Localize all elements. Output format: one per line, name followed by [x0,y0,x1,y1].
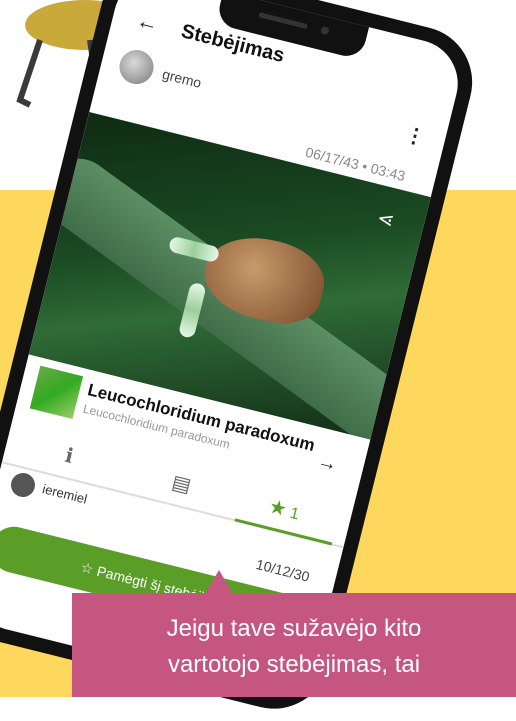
chevron-right-icon[interactable]: → [315,450,340,477]
back-arrow-icon[interactable]: ← [134,7,161,38]
favorites-tab[interactable]: ★1 [266,494,302,526]
front-camera [320,25,330,36]
comments-tab-icon[interactable]: ▤ [169,469,194,498]
active-tab-indicator [234,518,333,546]
caption-line-2: vartotojo stebėjimas, tai [167,651,421,678]
speaker-grille [258,12,308,30]
caption-line-1: Jeigu tave sužavėjo kito [166,615,422,642]
more-options-icon[interactable]: ⋮ [402,121,428,150]
info-tab-icon[interactable]: ℹ [63,443,76,469]
caption-box: Jeigu tave sužavėjo kito vartotojo stebė… [72,593,516,697]
user-avatar-icon [8,470,38,500]
caption-pointer [205,570,233,594]
favorites-count: 1 [288,504,301,524]
observer-username[interactable]: gremo [161,66,203,91]
favorite-username: ieremiel [40,481,89,507]
star-icon: ★ [266,495,290,522]
avatar[interactable] [115,46,158,88]
species-thumbnail [29,365,84,420]
favorite-date: 10/12/30 [254,556,312,585]
share-icon[interactable]: ⋖ [375,205,397,233]
